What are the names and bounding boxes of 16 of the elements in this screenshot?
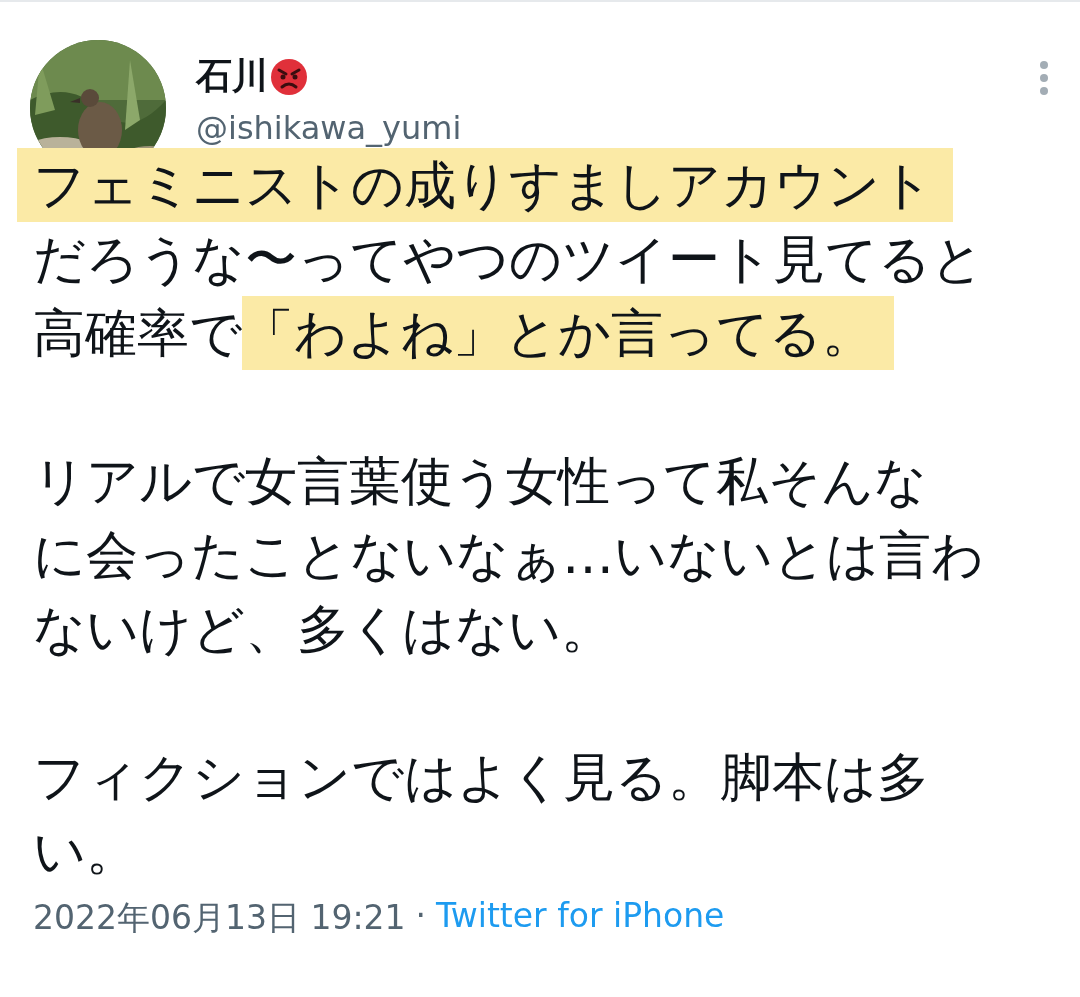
tweet-text: リアルで女言葉使う女性って私そんな [33,450,927,513]
timestamp: 2022年06月13日 19:21 [33,897,406,939]
tweet-text: フィクションではよく見る。脚本は多 [33,746,929,809]
tweet-text: 高確率で [33,302,242,365]
highlighted-text: 「わよね」とか言ってる。 [242,296,894,370]
tweet-text: ないけど、多くはない。 [33,598,613,661]
tweet-text: に会ったことないなぁ…いないとは言わ [33,524,984,587]
author-name: 石川 [196,54,268,98]
tweet-text: い。 [33,820,138,883]
highlighted-text: フェミニストの成りすましアカウント [17,148,953,222]
separator: · [415,896,427,937]
source-link[interactable]: Twitter for iPhone [436,896,725,941]
author-handle: @ishikawa_yumi [196,109,463,147]
angry-face-icon [270,57,308,96]
tweet-text: だろうな〜ってやつのツイート見てると [33,228,984,291]
more-icon[interactable] [1038,60,1050,96]
